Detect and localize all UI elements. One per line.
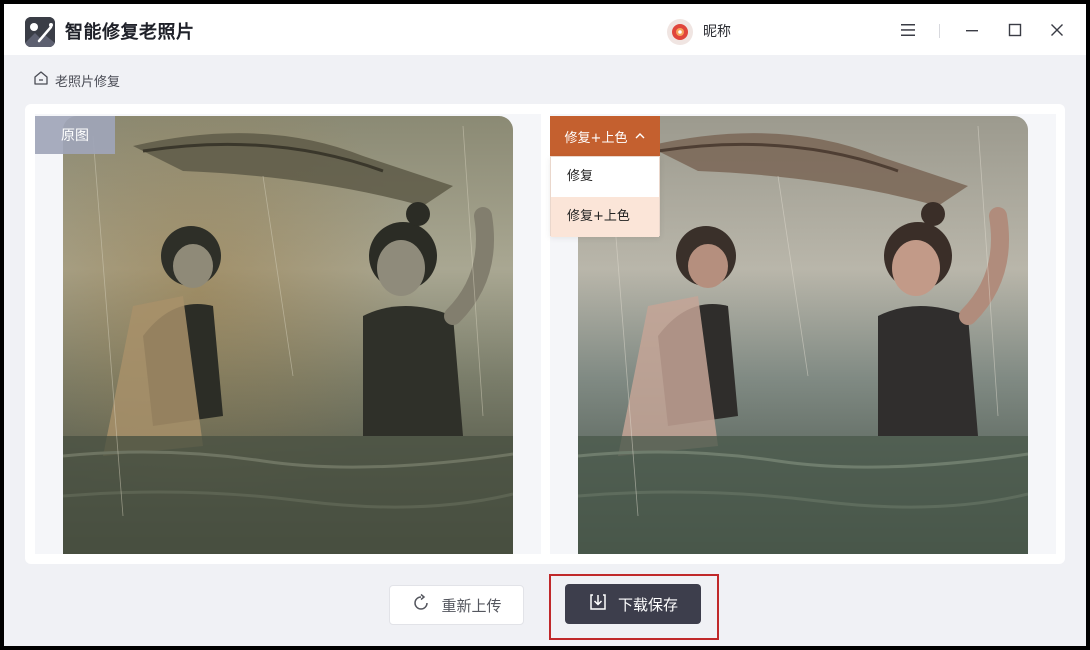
result-image-area: 修复+上色 修复 修复+上色 <box>550 114 1056 554</box>
maximize-icon[interactable] <box>1001 16 1029 44</box>
reupload-label: 重新上传 <box>441 596 502 615</box>
refresh-icon <box>411 593 431 617</box>
minimize-icon[interactable] <box>958 16 986 44</box>
download-save-button[interactable]: 下载保存 <box>565 584 701 624</box>
repair-mode-selected: 修复+上色 <box>564 130 628 146</box>
original-photo <box>63 116 513 554</box>
user-nickname[interactable]: 昵称 <box>703 21 731 41</box>
download-label: 下载保存 <box>617 595 678 614</box>
mode-option-repair-colorize[interactable]: 修复+上色 <box>551 197 659 237</box>
breadcrumb[interactable]: 老照片修复 <box>33 70 120 90</box>
mode-option-repair[interactable]: 修复 <box>551 157 659 197</box>
app-title: 智能修复老照片 <box>65 22 195 43</box>
breadcrumb-label: 老照片修复 <box>55 74 121 90</box>
avatar-icon[interactable] <box>667 19 693 45</box>
repair-mode-menu: 修复 修复+上色 <box>550 156 660 237</box>
download-icon <box>588 592 608 616</box>
home-icon <box>33 70 49 90</box>
magic-wand-photo-icon <box>25 17 55 47</box>
title-bar-divider <box>939 24 940 38</box>
title-bar: 智能修复老照片 昵称 <box>4 4 1086 55</box>
hamburger-menu-icon[interactable] <box>894 16 922 44</box>
original-badge: 原图 <box>35 116 115 154</box>
chevron-up-icon <box>635 129 645 144</box>
comparison-panel: 原图 修复+上色 修复 修复+上色 <box>25 104 1065 564</box>
app-window: 智能修复老照片 昵称 老照片修复 原图 修复+上色 修复 修复+上色 重新上传 … <box>4 4 1086 646</box>
repair-mode-select[interactable]: 修复+上色 <box>550 116 660 156</box>
close-icon[interactable] <box>1043 16 1071 44</box>
original-image-area: 原图 <box>35 114 541 554</box>
reupload-button[interactable]: 重新上传 <box>389 585 524 625</box>
